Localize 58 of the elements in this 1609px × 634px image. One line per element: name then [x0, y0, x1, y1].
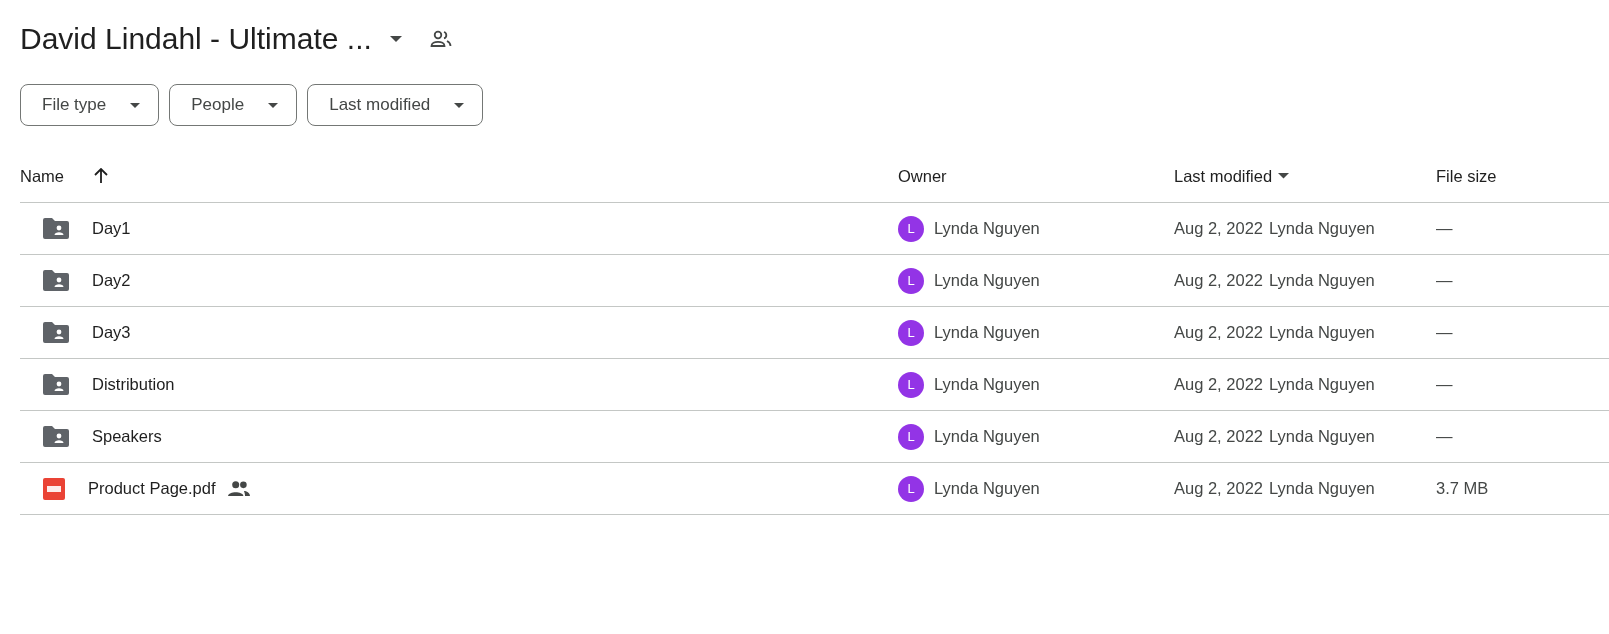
folder-title: David Lindahl - Ultimate ... — [20, 22, 372, 56]
shared-folder-icon — [43, 270, 69, 291]
owner-name: Lynda Nguyen — [934, 323, 1040, 342]
avatar: L — [898, 319, 924, 346]
people-icon — [227, 480, 250, 497]
avatar: L — [898, 215, 924, 242]
filter-chip[interactable]: File type — [20, 84, 160, 126]
file-size: — — [1436, 427, 1453, 446]
file-name[interactable]: Day1 — [92, 219, 131, 238]
avatar: L — [898, 475, 924, 502]
modified-by: Lynda Nguyen — [1269, 375, 1375, 394]
modified-date: Aug 2, 2022 — [1174, 323, 1263, 342]
filter-chip[interactable]: People — [169, 84, 298, 126]
modified-by: Lynda Nguyen — [1269, 479, 1375, 498]
file-name[interactable]: Day2 — [92, 271, 131, 290]
file-size: — — [1436, 219, 1453, 238]
column-header[interactable]: File size — [1436, 166, 1497, 186]
file-name[interactable]: Distribution — [92, 375, 175, 394]
file-size: — — [1436, 323, 1453, 342]
owner-name: Lynda Nguyen — [934, 479, 1040, 498]
caret-icon — [130, 102, 141, 108]
pdf-file-icon — [43, 477, 65, 500]
modified-date: Aug 2, 2022 — [1174, 375, 1263, 394]
owner-name: Lynda Nguyen — [934, 375, 1040, 394]
file-size: — — [1436, 271, 1453, 290]
file-size: — — [1436, 375, 1453, 394]
shared-folder-icon — [43, 374, 69, 395]
modified-date: Aug 2, 2022 — [1174, 219, 1263, 238]
file-name[interactable]: Product Page.pdf — [88, 479, 216, 498]
shared-folder-icon — [43, 322, 69, 343]
sort-caret-icon — [1278, 173, 1290, 179]
modified-date: Aug 2, 2022 — [1174, 479, 1263, 498]
modified-by: Lynda Nguyen — [1269, 323, 1375, 342]
column-header[interactable]: Owner — [898, 166, 947, 186]
owner-name: Lynda Nguyen — [934, 427, 1040, 446]
caret-icon — [389, 36, 402, 42]
modified-by: Lynda Nguyen — [1269, 271, 1375, 290]
file-size: 3.7 MB — [1436, 479, 1489, 498]
owner-name: Lynda Nguyen — [934, 219, 1040, 238]
caret-icon — [268, 102, 279, 108]
caret-icon — [454, 102, 465, 108]
avatar: L — [898, 371, 924, 398]
modified-by: Lynda Nguyen — [1269, 427, 1375, 446]
avatar: L — [898, 267, 924, 294]
modified-date: Aug 2, 2022 — [1174, 427, 1263, 446]
people-outline-icon — [429, 30, 452, 48]
shared-folder-icon — [43, 218, 69, 239]
owner-name: Lynda Nguyen — [934, 271, 1040, 290]
sort-up-arrow-icon — [94, 168, 108, 184]
modified-date: Aug 2, 2022 — [1174, 271, 1263, 290]
column-header[interactable]: Last modified — [1174, 166, 1273, 186]
avatar: L — [898, 423, 924, 450]
shared-folder-icon — [43, 426, 69, 447]
column-header[interactable]: Name — [20, 166, 64, 186]
modified-by: Lynda Nguyen — [1269, 219, 1375, 238]
file-name[interactable]: Day3 — [92, 323, 131, 342]
filter-chip[interactable]: Last modified — [307, 84, 484, 126]
file-name[interactable]: Speakers — [92, 427, 162, 446]
